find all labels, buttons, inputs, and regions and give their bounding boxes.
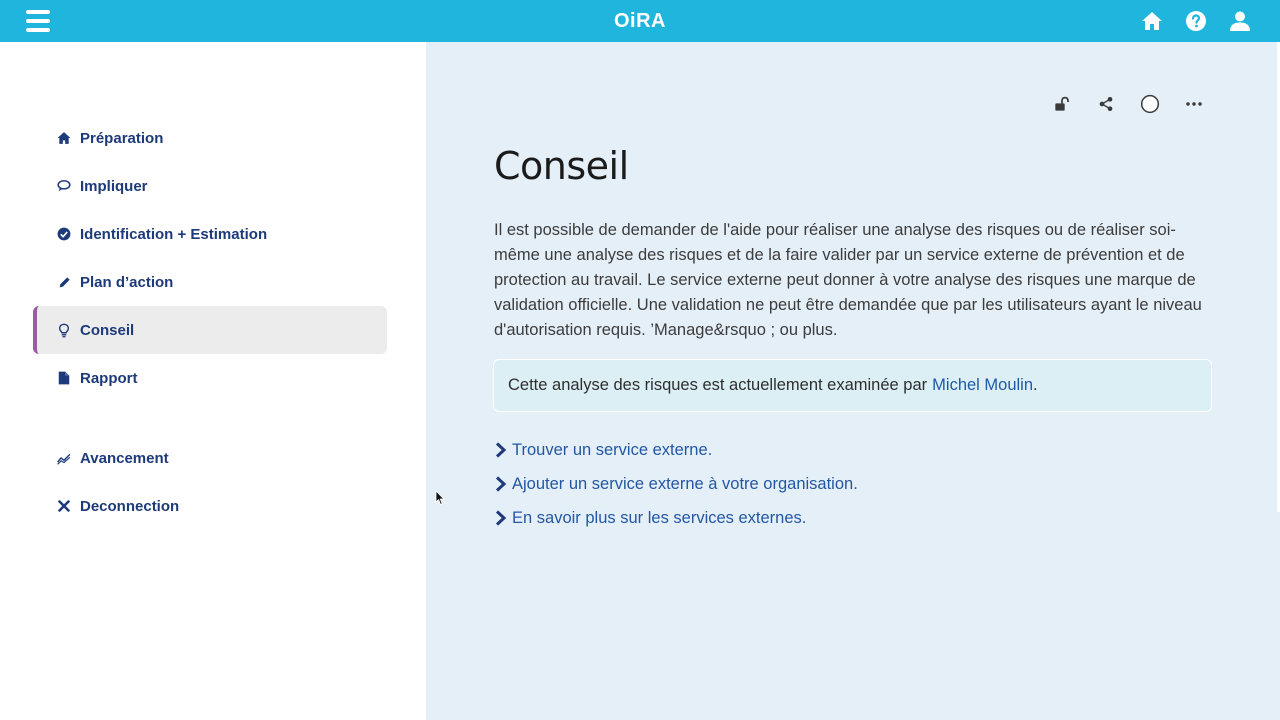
toolbar [1052, 94, 1204, 114]
mouse-cursor-icon [435, 490, 445, 506]
page-title: Conseil [494, 144, 629, 188]
chevron-right-icon [495, 442, 507, 458]
link-label: En savoir plus sur les services externes… [512, 508, 807, 527]
link-learn-more[interactable]: En savoir plus sur les services externes… [494, 501, 858, 535]
sidebar: Préparation Impliquer Identification + E… [0, 42, 426, 720]
chevron-right-icon [495, 476, 507, 492]
sidebar-item-deconnection[interactable]: Deconnection [33, 482, 387, 530]
sidebar-item-label: Identification + Estimation [80, 225, 268, 243]
top-icons [1140, 9, 1252, 33]
top-bar: OiRA [0, 0, 1280, 42]
sidebar-item-conseil[interactable]: Conseil [33, 306, 387, 354]
review-notice: Cette analyse des risques est actuelleme… [493, 359, 1212, 412]
user-icon[interactable] [1228, 9, 1252, 33]
document-icon [57, 371, 71, 385]
pencil-icon [57, 275, 71, 289]
main-content: Conseil Il est possible de demander de l… [426, 42, 1280, 720]
sidebar-item-plan-action[interactable]: Plan d’action [33, 258, 387, 306]
notice-text: Cette analyse des risques est actuelleme… [508, 376, 928, 394]
sidebar-item-label: Impliquer [80, 177, 148, 195]
link-find-service[interactable]: Trouver un service externe. [494, 433, 858, 467]
sidebar-item-label: Deconnection [80, 497, 180, 515]
more-icon[interactable] [1184, 94, 1204, 114]
chat-icon [57, 179, 71, 193]
sidebar-item-label: Rapport [80, 369, 138, 387]
sidebar-item-label: Conseil [80, 321, 135, 339]
sidebar-item-avancement[interactable]: Avancement [33, 434, 387, 482]
link-label: Ajouter un service externe à votre organ… [512, 474, 858, 493]
trend-icon [57, 451, 71, 465]
home-icon [57, 131, 71, 145]
chevron-right-icon [495, 510, 507, 526]
sidebar-item-impliquer[interactable]: Impliquer [33, 162, 387, 210]
sidebar-nav: Préparation Impliquer Identification + E… [33, 114, 387, 530]
sidebar-item-rapport[interactable]: Rapport [33, 354, 387, 402]
sidebar-item-identification[interactable]: Identification + Estimation [33, 210, 387, 258]
unlock-icon[interactable] [1052, 94, 1072, 114]
share-icon[interactable] [1096, 94, 1116, 114]
check-circle-icon [57, 227, 71, 241]
lightbulb-icon [57, 323, 71, 337]
intro-text: Il est possible de demander de l'aide po… [494, 221, 1202, 339]
links-list: Trouver un service externe. Ajouter un s… [494, 433, 858, 535]
reviewer-link[interactable]: Michel Moulin [932, 376, 1033, 395]
sidebar-item-label: Préparation [80, 129, 164, 147]
link-add-service[interactable]: Ajouter un service externe à votre organ… [494, 467, 858, 501]
notice-suffix: . [1033, 376, 1038, 394]
circle-icon[interactable] [1140, 94, 1160, 114]
sidebar-item-label: Plan d’action [80, 273, 174, 291]
home-icon[interactable] [1140, 9, 1164, 33]
close-icon [57, 499, 71, 513]
sidebar-item-label: Avancement [80, 449, 169, 467]
sidebar-item-preparation[interactable]: Préparation [33, 114, 387, 162]
help-icon[interactable] [1184, 9, 1208, 33]
link-label: Trouver un service externe. [512, 440, 713, 459]
app-logo[interactable]: OiRA [0, 10, 1280, 33]
